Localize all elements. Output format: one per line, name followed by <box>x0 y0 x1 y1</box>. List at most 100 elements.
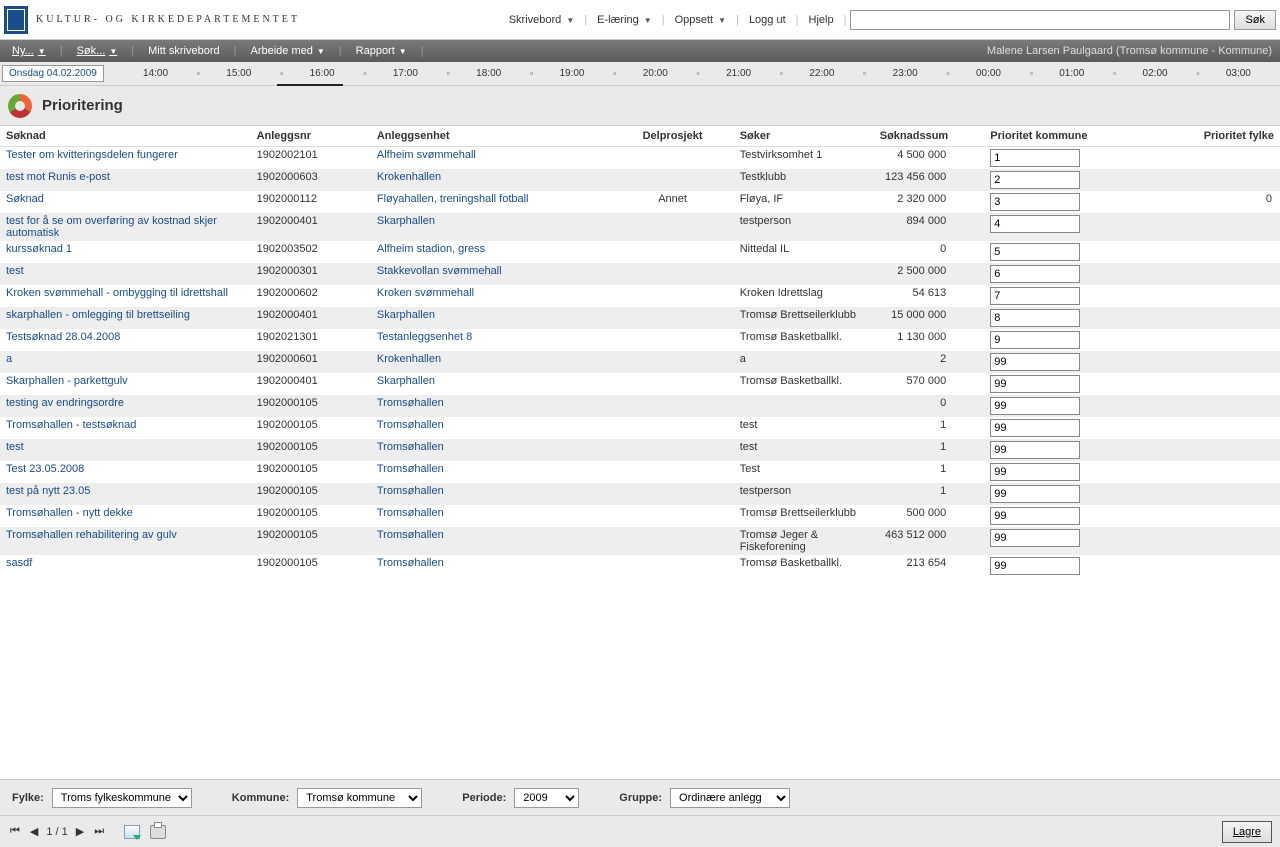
prioritet-kommune-input[interactable] <box>990 265 1080 283</box>
delpro-cell <box>611 241 733 263</box>
prioritet-kommune-input[interactable] <box>990 331 1080 349</box>
nav-hjelp[interactable]: Hjelp <box>803 14 840 26</box>
enhet-link[interactable]: Fløyahallen, treningshall fotball <box>377 193 529 205</box>
col-priok[interactable]: Prioritet kommune <box>984 126 1184 147</box>
search-button[interactable]: Søk <box>1234 10 1276 30</box>
menu-ny[interactable]: Ny... ▼ <box>0 40 58 62</box>
enhet-link[interactable]: Tromsøhallen <box>377 557 444 569</box>
soknad-link[interactable]: a <box>6 353 12 365</box>
enhet-link[interactable]: Skarphallen <box>377 215 435 227</box>
anleggsnr-cell: 1902000105 <box>251 505 371 527</box>
enhet-link[interactable]: Testanleggsenhet 8 <box>377 331 472 343</box>
soknad-link[interactable]: Tester om kvitteringsdelen fungerer <box>6 149 178 161</box>
soknad-link[interactable]: Testsøknad 28.04.2008 <box>6 331 120 343</box>
enhet-link[interactable]: Alfheim svømmehall <box>377 149 476 161</box>
soker-cell <box>734 395 864 417</box>
prioritet-fylke-cell <box>1185 263 1280 285</box>
pager-first-icon[interactable]: ⏮ <box>8 825 22 838</box>
print-icon[interactable] <box>150 825 166 839</box>
timeline-hour: 23:00 <box>864 68 947 79</box>
save-button[interactable]: Lagre <box>1222 821 1272 843</box>
menu-rapport[interactable]: Rapport ▼ <box>344 40 419 62</box>
soknad-link[interactable]: kurssøknad 1 <box>6 243 72 255</box>
table-row: test for å se om overføring av kostnad s… <box>0 213 1280 241</box>
enhet-link[interactable]: Tromsøhallen <box>377 529 444 541</box>
prioritet-kommune-input[interactable] <box>990 149 1080 167</box>
prioritet-kommune-input[interactable] <box>990 287 1080 305</box>
timeline-date[interactable]: Onsdag 04.02.2009 <box>2 65 104 82</box>
enhet-link[interactable]: Alfheim stadion, gress <box>377 243 485 255</box>
timeline-hour: 18:00 <box>447 68 530 79</box>
soknad-link[interactable]: testing av endringsordre <box>6 397 124 409</box>
enhet-link[interactable]: Tromsøhallen <box>377 419 444 431</box>
search-input[interactable] <box>850 10 1230 30</box>
fylke-select[interactable]: Troms fylkeskommune <box>52 788 192 808</box>
enhet-link[interactable]: Kroken svømmehall <box>377 287 474 299</box>
enhet-link[interactable]: Tromsøhallen <box>377 397 444 409</box>
enhet-link[interactable]: Krokenhallen <box>377 171 441 183</box>
prioritet-kommune-input[interactable] <box>990 193 1080 211</box>
enhet-link[interactable]: Stakkevollan svømmehall <box>377 265 502 277</box>
soknad-link[interactable]: Kroken svømmehall - ombygging til idrett… <box>6 287 228 299</box>
soknad-link[interactable]: Tromsøhallen rehabilitering av gulv <box>6 529 177 541</box>
soknad-link[interactable]: Skarphallen - parkettgulv <box>6 375 128 387</box>
prioritet-kommune-input[interactable] <box>990 171 1080 189</box>
delpro-cell <box>611 307 733 329</box>
prioritet-kommune-input[interactable] <box>990 529 1080 547</box>
prioritet-kommune-input[interactable] <box>990 375 1080 393</box>
enhet-link[interactable]: Tromsøhallen <box>377 441 444 453</box>
soknad-link[interactable]: sasdf <box>6 557 32 569</box>
soknad-link[interactable]: skarphallen - omlegging til brettseiling <box>6 309 190 321</box>
col-sum[interactable]: Søknadssum <box>864 126 954 147</box>
enhet-link[interactable]: Skarphallen <box>377 375 435 387</box>
gruppe-select[interactable]: Ordinære anlegg <box>670 788 790 808</box>
enhet-link[interactable]: Skarphallen <box>377 309 435 321</box>
nav-oppsett[interactable]: Oppsett ▼ <box>669 14 733 26</box>
nav-elaering[interactable]: E-læring ▼ <box>591 14 658 26</box>
delpro-cell <box>611 483 733 505</box>
soknad-link[interactable]: Tromsøhallen - testsøknad <box>6 419 136 431</box>
prioritet-kommune-input[interactable] <box>990 215 1080 233</box>
enhet-link[interactable]: Tromsøhallen <box>377 485 444 497</box>
menu-sok[interactable]: Søk... ▼ <box>65 40 130 62</box>
prioritet-kommune-input[interactable] <box>990 419 1080 437</box>
enhet-link[interactable]: Krokenhallen <box>377 353 441 365</box>
prioritet-kommune-input[interactable] <box>990 441 1080 459</box>
enhet-link[interactable]: Tromsøhallen <box>377 463 444 475</box>
soknad-link[interactable]: test <box>6 441 24 453</box>
col-soker[interactable]: Søker <box>734 126 864 147</box>
prioritet-kommune-input[interactable] <box>990 353 1080 371</box>
prioritet-kommune-input[interactable] <box>990 557 1080 575</box>
prioritet-fylke-cell <box>1185 241 1280 263</box>
enhet-link[interactable]: Tromsøhallen <box>377 507 444 519</box>
col-anleggsnr[interactable]: Anleggsnr <box>251 126 371 147</box>
soknad-link[interactable]: test for å se om overføring av kostnad s… <box>6 215 217 239</box>
pager-last-icon[interactable]: ⏭ <box>92 825 106 838</box>
nav-loggut[interactable]: Logg ut <box>743 14 792 26</box>
soknad-link[interactable]: Test 23.05.2008 <box>6 463 84 475</box>
kommune-select[interactable]: Tromsø kommune <box>297 788 422 808</box>
soknad-link[interactable]: test mot Runis e-post <box>6 171 110 183</box>
periode-select[interactable]: 2009 <box>514 788 579 808</box>
prioritet-kommune-input[interactable] <box>990 397 1080 415</box>
prioritet-kommune-input[interactable] <box>990 463 1080 481</box>
nav-skrivebord[interactable]: Skrivebord ▼ <box>503 14 581 26</box>
pager-next-icon[interactable]: ▶ <box>74 825 86 838</box>
prioritet-kommune-input[interactable] <box>990 485 1080 503</box>
col-delpro[interactable]: Delprosjekt <box>611 126 733 147</box>
timeline-hour: 15:00 <box>197 68 280 79</box>
soknad-link[interactable]: Søknad <box>6 193 44 205</box>
prioritet-kommune-input[interactable] <box>990 507 1080 525</box>
prioritet-kommune-input[interactable] <box>990 309 1080 327</box>
pager-prev-icon[interactable]: ◀ <box>28 825 40 838</box>
menu-arbeide-med[interactable]: Arbeide med ▼ <box>238 40 336 62</box>
soknad-link[interactable]: Tromsøhallen - nytt dekke <box>6 507 133 519</box>
prioritet-kommune-input[interactable] <box>990 243 1080 261</box>
soknad-link[interactable]: test på nytt 23.05 <box>6 485 90 497</box>
menu-mitt-skrivebord[interactable]: Mitt skrivebord <box>136 40 232 62</box>
col-soknad[interactable]: Søknad <box>0 126 251 147</box>
col-priof[interactable]: Prioritet fylke <box>1185 126 1280 147</box>
export-icon[interactable] <box>124 825 140 839</box>
soknad-link[interactable]: test <box>6 265 24 277</box>
col-enhet[interactable]: Anleggsenhet <box>371 126 612 147</box>
